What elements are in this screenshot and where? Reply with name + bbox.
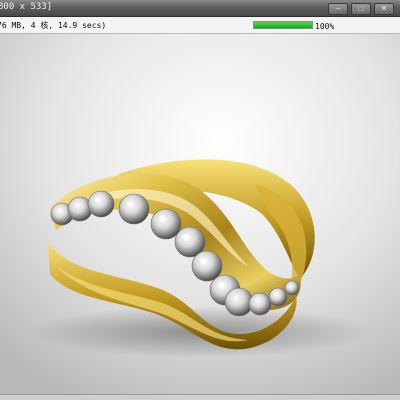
diamond-12 (284, 280, 300, 296)
window-controls: – □ ✕ (328, 3, 394, 15)
render-status-bar: 76 MB, 4 核, 14.9 secs) (0, 17, 400, 34)
diamond-4 (118, 193, 150, 225)
render-window-titlebar: 800 x 533] – □ ✕ (0, 0, 400, 17)
diamond-7 (191, 250, 223, 282)
diamond-11 (268, 287, 288, 307)
render-viewport[interactable] (0, 34, 400, 394)
diamond-9 (224, 287, 254, 317)
window-bottom-border (0, 394, 400, 400)
render-progress-bar (253, 21, 313, 29)
window-title: 800 x 533] (0, 2, 53, 12)
render-progress-fill (254, 22, 312, 28)
render-stats: 76 MB, 4 核, 14.9 secs) (0, 21, 107, 30)
minimize-icon[interactable]: – (328, 3, 348, 15)
diamond-3 (87, 190, 115, 218)
rendered-ring-image (0, 34, 400, 394)
close-icon[interactable]: ✕ (374, 3, 394, 15)
diamond-10 (248, 292, 272, 316)
render-progress-label: 100% (315, 22, 335, 31)
maximize-icon[interactable]: □ (351, 3, 371, 15)
diamond-5 (150, 208, 182, 240)
